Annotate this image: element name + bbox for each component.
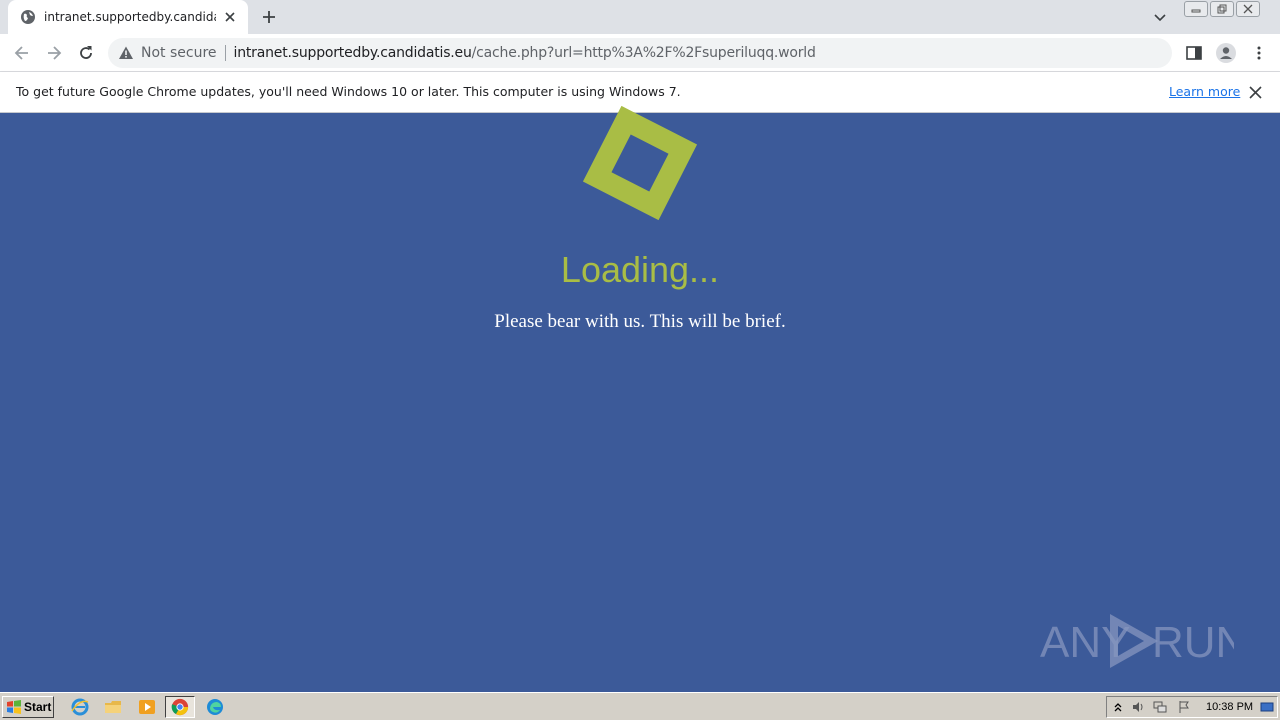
warning-triangle-icon[interactable] <box>118 45 134 61</box>
taskbar-clock[interactable]: 10:38 PM <box>1206 701 1253 713</box>
menu-kebab-icon[interactable] <box>1250 44 1268 62</box>
diamond-logo-icon <box>582 105 698 221</box>
system-tray: 10:38 PM <box>1106 696 1278 718</box>
page-content: Loading... Please bear with us. This wil… <box>0 105 1280 692</box>
windows-flag-icon <box>7 700 21 714</box>
close-icon <box>1243 4 1253 14</box>
close-window-button[interactable] <box>1236 1 1260 17</box>
security-status[interactable]: Not secure <box>141 45 217 61</box>
browser-tab[interactable]: intranet.supportedby.candidatis.eu/ <box>8 0 248 34</box>
learn-more-link[interactable]: Learn more <box>1169 84 1240 99</box>
back-arrow-icon[interactable] <box>12 43 32 63</box>
show-desktop-icon[interactable] <box>1260 700 1274 714</box>
browser-toolbar: Not secure intranet.supportedby.candidat… <box>0 34 1280 72</box>
tab-close-icon[interactable] <box>222 9 238 25</box>
internet-explorer-icon[interactable] <box>70 697 90 717</box>
minimize-button[interactable] <box>1184 1 1208 17</box>
reload-icon[interactable] <box>76 43 96 63</box>
media-player-icon[interactable] <box>137 697 157 717</box>
restore-icon <box>1217 4 1227 14</box>
edge-icon[interactable] <box>205 697 225 717</box>
tab-strip: intranet.supportedby.candidatis.eu/ <box>0 0 1280 34</box>
globe-icon <box>21 10 35 24</box>
url-path: /cache.php?url=http%3A%2F%2Fsuperiluqq.w… <box>471 45 816 61</box>
omnibox-separator <box>224 45 226 61</box>
address-bar[interactable]: Not secure intranet.supportedby.candidat… <box>108 38 1172 68</box>
network-icon[interactable] <box>1153 700 1167 714</box>
tab-title: intranet.supportedby.candidatis.eu/ <box>44 10 216 24</box>
loading-subtext: Please bear with us. This will be brief. <box>494 311 786 332</box>
window-controls <box>1182 1 1260 17</box>
watermark-right-text: RUN <box>1152 618 1234 667</box>
file-explorer-icon[interactable] <box>103 697 123 717</box>
restore-button[interactable] <box>1210 1 1234 17</box>
url-host: intranet.supportedby.candidatis.eu <box>233 45 472 61</box>
profile-avatar-icon[interactable] <box>1215 42 1237 64</box>
url-text[interactable]: intranet.supportedby.candidatis.eu/cache… <box>234 45 816 61</box>
chevron-down-icon[interactable] <box>1152 9 1168 25</box>
forward-arrow-icon[interactable] <box>44 43 64 63</box>
close-icon[interactable] <box>1249 86 1262 99</box>
chrome-icon <box>171 698 189 716</box>
volume-icon[interactable] <box>1131 700 1145 714</box>
action-center-flag-icon[interactable] <box>1177 700 1191 714</box>
infobar-message: To get future Google Chrome updates, you… <box>16 84 681 99</box>
play-icon <box>1110 614 1158 668</box>
windows-taskbar: Start 10:38 PM <box>0 692 1280 720</box>
chrome-taskbar-button[interactable] <box>165 696 195 718</box>
start-button[interactable]: Start <box>2 696 54 718</box>
side-panel-icon[interactable] <box>1185 44 1203 62</box>
tray-chevron-up-icon[interactable] <box>1111 700 1125 714</box>
minimize-icon <box>1191 9 1201 13</box>
new-tab-icon[interactable] <box>260 8 278 26</box>
loading-heading: Loading... <box>560 249 720 290</box>
start-label: Start <box>24 700 52 714</box>
anyrun-watermark: ANY RUN <box>1040 614 1234 668</box>
